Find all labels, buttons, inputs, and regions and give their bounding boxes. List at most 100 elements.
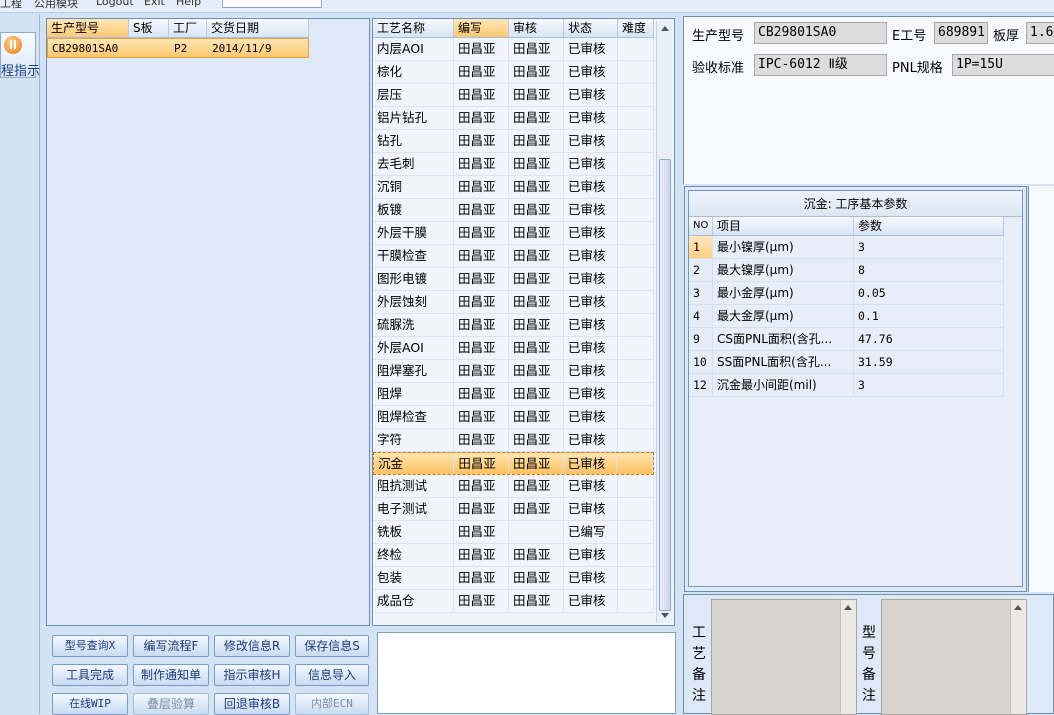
col-no[interactable]: NO bbox=[689, 217, 713, 235]
process-row[interactable]: 外层蚀刻 田昌亚 田昌亚 已审核 bbox=[373, 291, 654, 314]
reviewer-cell: 田昌亚 bbox=[509, 337, 564, 359]
model-row[interactable]: CB29801SA0 P2 2014/11/9 bbox=[47, 38, 309, 58]
process-row[interactable]: 字符 田昌亚 田昌亚 已审核 bbox=[373, 429, 654, 452]
process-row[interactable]: 包装 田昌亚 田昌亚 已审核 bbox=[373, 567, 654, 590]
menu-item-exit[interactable]: Exit bbox=[144, 0, 165, 8]
reviewer-cell: 田昌亚 bbox=[509, 107, 564, 129]
menu-item-common[interactable]: 公用模块 bbox=[34, 0, 78, 11]
internal-ecn-button[interactable]: 内部ECN bbox=[295, 693, 369, 715]
model-remark-scrollbar[interactable] bbox=[1010, 600, 1026, 714]
process-row[interactable]: 干膜检查 田昌亚 田昌亚 已审核 bbox=[373, 245, 654, 268]
process-name-cell: 棕化 bbox=[373, 61, 454, 83]
col-reviewer[interactable]: 审核 bbox=[509, 19, 564, 37]
make-notice-button[interactable]: 制作通知单 bbox=[133, 664, 209, 686]
menu-item-help[interactable]: Help bbox=[176, 0, 201, 8]
process-scrollbar[interactable] bbox=[656, 21, 672, 623]
col-status[interactable]: 状态 bbox=[564, 19, 618, 37]
col-param[interactable]: 参数 bbox=[854, 217, 1004, 235]
modify-info-button[interactable]: 修改信息R bbox=[214, 635, 290, 657]
col-date[interactable]: 交货日期 bbox=[207, 19, 309, 37]
process-row[interactable]: 外层干膜 田昌亚 田昌亚 已审核 bbox=[373, 222, 654, 245]
col-model[interactable]: 生产型号 bbox=[47, 19, 129, 37]
col-s-board[interactable]: S板 bbox=[129, 19, 169, 37]
parameter-row[interactable]: 3 最小金厚(μm) 0.05 bbox=[689, 282, 1004, 305]
scroll-up-icon[interactable] bbox=[1014, 605, 1022, 610]
flow-instruction-button[interactable]: 程指示 bbox=[0, 32, 40, 79]
process-row[interactable]: 终检 田昌亚 田昌亚 已审核 bbox=[373, 544, 654, 567]
parameter-row[interactable]: 10 SS面PNL面积(含孔... 31.59 bbox=[689, 351, 1004, 374]
process-row[interactable]: 沉金 田昌亚 田昌亚 已审核 bbox=[373, 452, 654, 475]
online-wip-button[interactable]: 在线WIP bbox=[52, 693, 128, 715]
process-row[interactable]: 外层AOI 田昌亚 田昌亚 已审核 bbox=[373, 337, 654, 360]
process-row[interactable]: 图形电镀 田昌亚 田昌亚 已审核 bbox=[373, 268, 654, 291]
process-row[interactable]: 硫脲洗 田昌亚 田昌亚 已审核 bbox=[373, 314, 654, 337]
process-row[interactable]: 层压 田昌亚 田昌亚 已审核 bbox=[373, 84, 654, 107]
tool-complete-button[interactable]: 工具完成 bbox=[52, 664, 128, 686]
model-remark-label: 型号备注 bbox=[862, 625, 876, 704]
menu-item-process[interactable]: 工程 bbox=[0, 0, 22, 11]
query-model-button[interactable]: 型号查询X bbox=[52, 635, 128, 657]
thickness-label: 板厚 bbox=[993, 29, 1020, 44]
scroll-up-icon[interactable] bbox=[661, 26, 669, 31]
menu-search-input[interactable] bbox=[222, 0, 322, 8]
s-board-cell bbox=[130, 39, 170, 57]
process-remark-memo[interactable] bbox=[711, 599, 857, 715]
process-row[interactable]: 阻抗测试 田昌亚 田昌亚 已审核 bbox=[373, 475, 654, 498]
value-cell: 47.76 bbox=[854, 328, 1004, 350]
pnl-field[interactable]: 1P=15U bbox=[952, 54, 1054, 76]
model-field[interactable]: CB29801SA0 bbox=[754, 22, 887, 44]
process-row[interactable]: 阻焊塞孔 田昌亚 田昌亚 已审核 bbox=[373, 360, 654, 383]
parameter-row[interactable]: 4 最大金厚(μm) 0.1 bbox=[689, 305, 1004, 328]
process-row[interactable]: 电子测试 田昌亚 田昌亚 已审核 bbox=[373, 498, 654, 521]
status-cell: 已审核 bbox=[564, 291, 618, 313]
process-row[interactable]: 内层AOI 田昌亚 田昌亚 已审核 bbox=[373, 38, 654, 61]
parameter-row[interactable]: 12 沉金最小间距(mil) 3 bbox=[689, 374, 1004, 397]
left-toolbar: 程指示 bbox=[0, 14, 40, 714]
col-writer[interactable]: 编写 bbox=[454, 19, 509, 37]
instruction-review-button[interactable]: 指示审核H bbox=[214, 664, 290, 686]
process-remark-scrollbar[interactable] bbox=[840, 600, 856, 714]
process-row[interactable]: 阻焊 田昌亚 田昌亚 已审核 bbox=[373, 383, 654, 406]
process-row[interactable]: 钻孔 田昌亚 田昌亚 已审核 bbox=[373, 130, 654, 153]
status-cell: 已审核 bbox=[564, 360, 618, 382]
col-process-name[interactable]: 工艺名称 bbox=[373, 19, 454, 37]
scroll-down-icon[interactable] bbox=[661, 613, 669, 618]
process-row[interactable]: 阻焊检查 田昌亚 田昌亚 已审核 bbox=[373, 406, 654, 429]
process-row[interactable]: 铝片钻孔 田昌亚 田昌亚 已审核 bbox=[373, 107, 654, 130]
process-row[interactable]: 棕化 田昌亚 田昌亚 已审核 bbox=[373, 61, 654, 84]
model-label: 生产型号 bbox=[692, 29, 745, 44]
eno-field[interactable]: 689891 bbox=[934, 22, 988, 44]
edit-flow-button[interactable]: 编写流程F bbox=[133, 635, 209, 657]
writer-cell: 田昌亚 bbox=[454, 245, 509, 267]
process-row[interactable]: 沉铜 田昌亚 田昌亚 已审核 bbox=[373, 176, 654, 199]
save-info-button[interactable]: 保存信息S bbox=[295, 635, 369, 657]
parameter-row[interactable]: 2 最大镍厚(μm) 8 bbox=[689, 259, 1004, 282]
process-row[interactable]: 成品仓 田昌亚 田昌亚 已审核 bbox=[373, 590, 654, 613]
parameter-row[interactable]: 9 CS面PNL面积(含孔... 47.76 bbox=[689, 328, 1004, 351]
reviewer-cell: 田昌亚 bbox=[509, 130, 564, 152]
scroll-up-icon[interactable] bbox=[844, 605, 852, 610]
process-row[interactable]: 铣板 田昌亚 已编写 bbox=[373, 521, 654, 544]
note-textarea[interactable] bbox=[377, 632, 676, 714]
difficulty-cell bbox=[618, 498, 654, 520]
col-factory[interactable]: 工厂 bbox=[169, 19, 207, 37]
standard-field[interactable]: IPC-6012 Ⅱ级 bbox=[754, 54, 887, 76]
col-item[interactable]: 项目 bbox=[713, 217, 854, 235]
factory-cell: P2 bbox=[174, 42, 188, 55]
model-remark-memo[interactable] bbox=[881, 599, 1027, 715]
menu-item-logout[interactable]: Logout bbox=[96, 0, 134, 8]
process-row[interactable]: 板镀 田昌亚 田昌亚 已审核 bbox=[373, 199, 654, 222]
col-difficulty[interactable]: 难度 bbox=[618, 19, 654, 37]
stackup-calc-button[interactable]: 叠层验算 bbox=[133, 693, 209, 715]
process-name-cell: 图形电镀 bbox=[373, 268, 454, 290]
info-import-button[interactable]: 信息导入 bbox=[295, 664, 369, 686]
thickness-field[interactable]: 1.60 bbox=[1026, 22, 1054, 44]
parameter-row[interactable]: 1 最小镍厚(μm) 3 bbox=[689, 236, 1004, 259]
menu-bar: 工程 公用模块 Logout Exit Help bbox=[0, 0, 1054, 13]
status-cell: 已审核 bbox=[564, 153, 618, 175]
process-row[interactable]: 去毛刺 田昌亚 田昌亚 已审核 bbox=[373, 153, 654, 176]
scroll-thumb[interactable] bbox=[659, 159, 671, 611]
value-cell: 3 bbox=[854, 236, 1004, 258]
no-cell: 9 bbox=[689, 328, 713, 350]
rollback-review-button[interactable]: 回退审核B bbox=[214, 693, 290, 715]
